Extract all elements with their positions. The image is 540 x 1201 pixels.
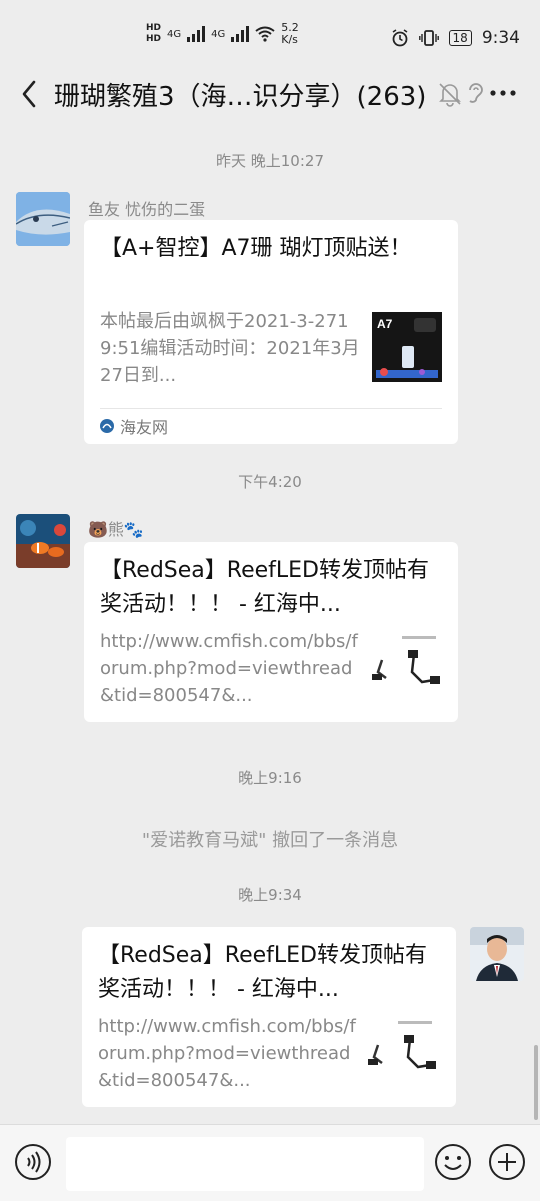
link-card-desc: http://www.cmfish.com/bbs/forum.php?mod=… [98, 1016, 356, 1091]
hd-icon: HD HD [146, 23, 162, 44]
signal-icon-2 [231, 26, 250, 42]
self-avatar-image [470, 927, 524, 981]
link-card-desc: http://www.cmfish.com/bbs/forum.php?mod=… [100, 631, 358, 706]
network-indicators: HD HD 4G 4G 5.2 K/s [146, 22, 299, 46]
status-bar: HD HD 4G 4G 5.2 K/s 18 9:34 [0, 0, 540, 60]
time: 9:34 [481, 28, 520, 48]
thumb-label: A7 [377, 317, 393, 331]
chat-title: 珊瑚繁殖3（海…识分享）(263) [54, 82, 427, 112]
link-card[interactable]: 【RedSea】ReefLED转发顶帖有奖活动！！！ - 红海中... http… [84, 542, 458, 722]
message-input[interactable] [66, 1137, 424, 1191]
mute-bell-icon [439, 83, 461, 107]
card-divider [100, 408, 442, 409]
link-card[interactable]: 【RedSea】ReefLED转发顶帖有奖活动！！！ - 红海中... http… [82, 927, 456, 1107]
source-logo-icon [100, 419, 114, 433]
timestamp: 晚上9:34 [238, 886, 302, 904]
earpiece-icon [469, 83, 483, 103]
link-card[interactable]: 【A+智控】A7珊 瑚灯顶贴送！ 本帖最后由飒枫于2021-3-2719:51编… [84, 220, 458, 444]
wifi-icon [255, 26, 275, 42]
link-card-thumbnail [368, 1017, 438, 1087]
link-card-title: 【RedSea】ReefLED转发顶帖有奖活动！！！ - 红海中... [98, 943, 427, 1002]
voice-input-icon[interactable] [14, 1143, 52, 1181]
avatar-self[interactable] [470, 927, 524, 981]
timestamp: 下午4:20 [238, 473, 302, 491]
back-arrow-icon[interactable] [16, 76, 46, 112]
vibrate-icon [418, 30, 439, 46]
add-attachment-icon[interactable] [488, 1143, 526, 1181]
input-bar [0, 1124, 540, 1201]
link-card-desc: 本帖最后由飒枫于2021-3-2719:51编辑活动时间：2021年3月27日到… [100, 311, 360, 386]
network-type: 4G [167, 28, 182, 40]
reef-avatar-image [16, 514, 70, 568]
sender-name: 🐻熊🐾 [88, 520, 144, 539]
status-right: 18 9:34 [391, 28, 520, 48]
alarm-icon [392, 29, 407, 47]
more-options-icon[interactable] [488, 78, 518, 108]
link-card-thumbnail: A7 [372, 312, 442, 382]
network-type-2: 4G [211, 28, 226, 40]
emoji-icon[interactable] [434, 1143, 472, 1181]
sender-name: 鱼友 忧伤的二蛋 [88, 200, 206, 219]
timestamp: 晚上9:16 [238, 769, 302, 787]
a7-thumbnail-image: A7 [372, 312, 442, 382]
link-card-title: 【A+智控】A7珊 瑚灯顶贴送！ [100, 236, 412, 261]
link-card-title: 【RedSea】ReefLED转发顶帖有奖活动！！！ - 红海中... [100, 558, 429, 617]
avatar-reef[interactable] [16, 514, 70, 568]
net-speed-unit: K/s [281, 33, 298, 46]
led-lamp-thumbnail-image [372, 632, 442, 702]
fish-avatar-image [16, 192, 70, 246]
avatar-fish[interactable] [16, 192, 70, 246]
led-lamp-thumbnail-image [368, 1017, 438, 1087]
battery-level: 18 [448, 30, 472, 46]
source-name: 海友网 [120, 418, 169, 437]
link-card-source: 海友网 [100, 414, 168, 438]
chat-header: 珊瑚繁殖3（海…识分享）(263) [0, 62, 540, 126]
scrollbar[interactable] [534, 1045, 538, 1120]
recall-notice: "爱诺教育马斌" 撤回了一条消息 [141, 830, 399, 851]
timestamp: 昨天 晚上10:27 [216, 152, 324, 170]
signal-icon [187, 26, 206, 42]
link-card-thumbnail [372, 632, 442, 702]
